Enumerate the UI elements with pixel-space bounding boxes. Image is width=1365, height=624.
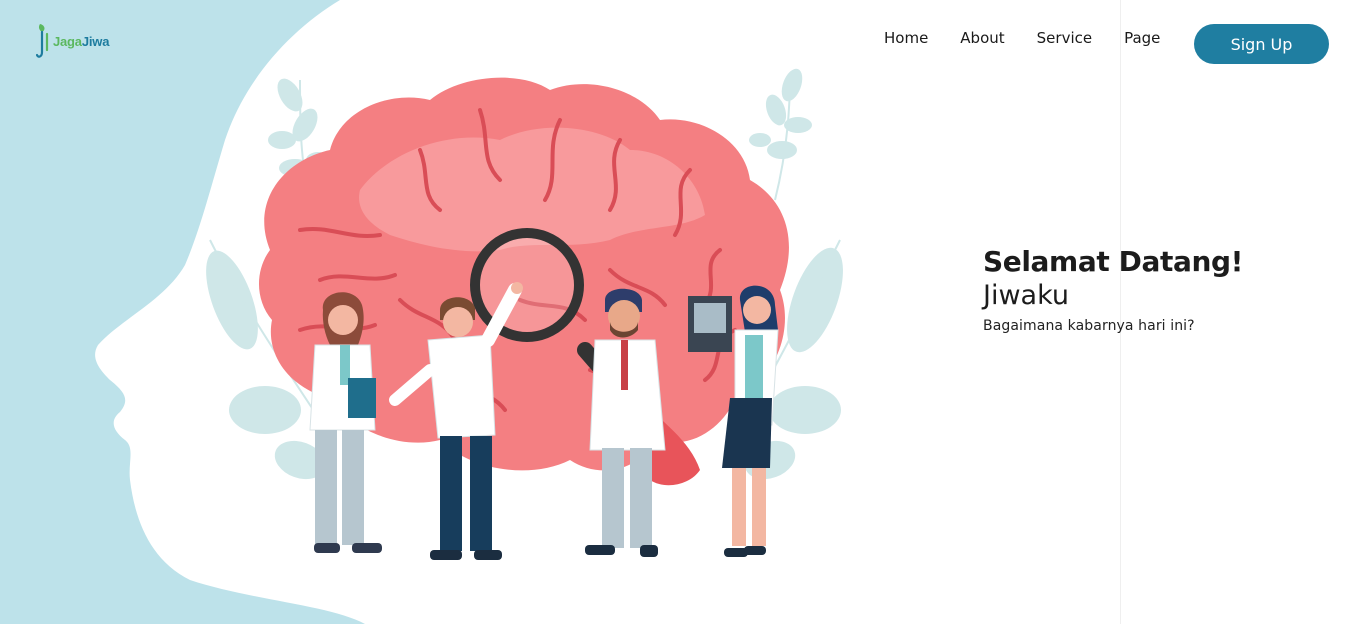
nav-service-link[interactable]: Service	[1037, 28, 1092, 48]
nav-about-link[interactable]: About	[960, 28, 1004, 48]
hero-question: Bagaimana kabarnya hari ini?	[983, 318, 1195, 334]
brand-name: JagaJiwa	[53, 33, 110, 49]
hero-title: Selamat Datang!	[983, 245, 1244, 278]
sign-up-button[interactable]: Sign Up	[1194, 24, 1329, 64]
logo-leaf-icon	[36, 24, 49, 58]
nav-home-link[interactable]: Home	[884, 28, 928, 48]
nav-page-link[interactable]: Page	[1124, 28, 1160, 48]
hero-text: Selamat Datang! Jiwaku Bagaimana kabarny…	[983, 244, 1243, 334]
brand-logo[interactable]: JagaJiwa	[36, 22, 109, 60]
hero-subtitle: Jiwaku	[983, 280, 1070, 311]
top-navigation: Home About Service Page	[884, 28, 1160, 48]
